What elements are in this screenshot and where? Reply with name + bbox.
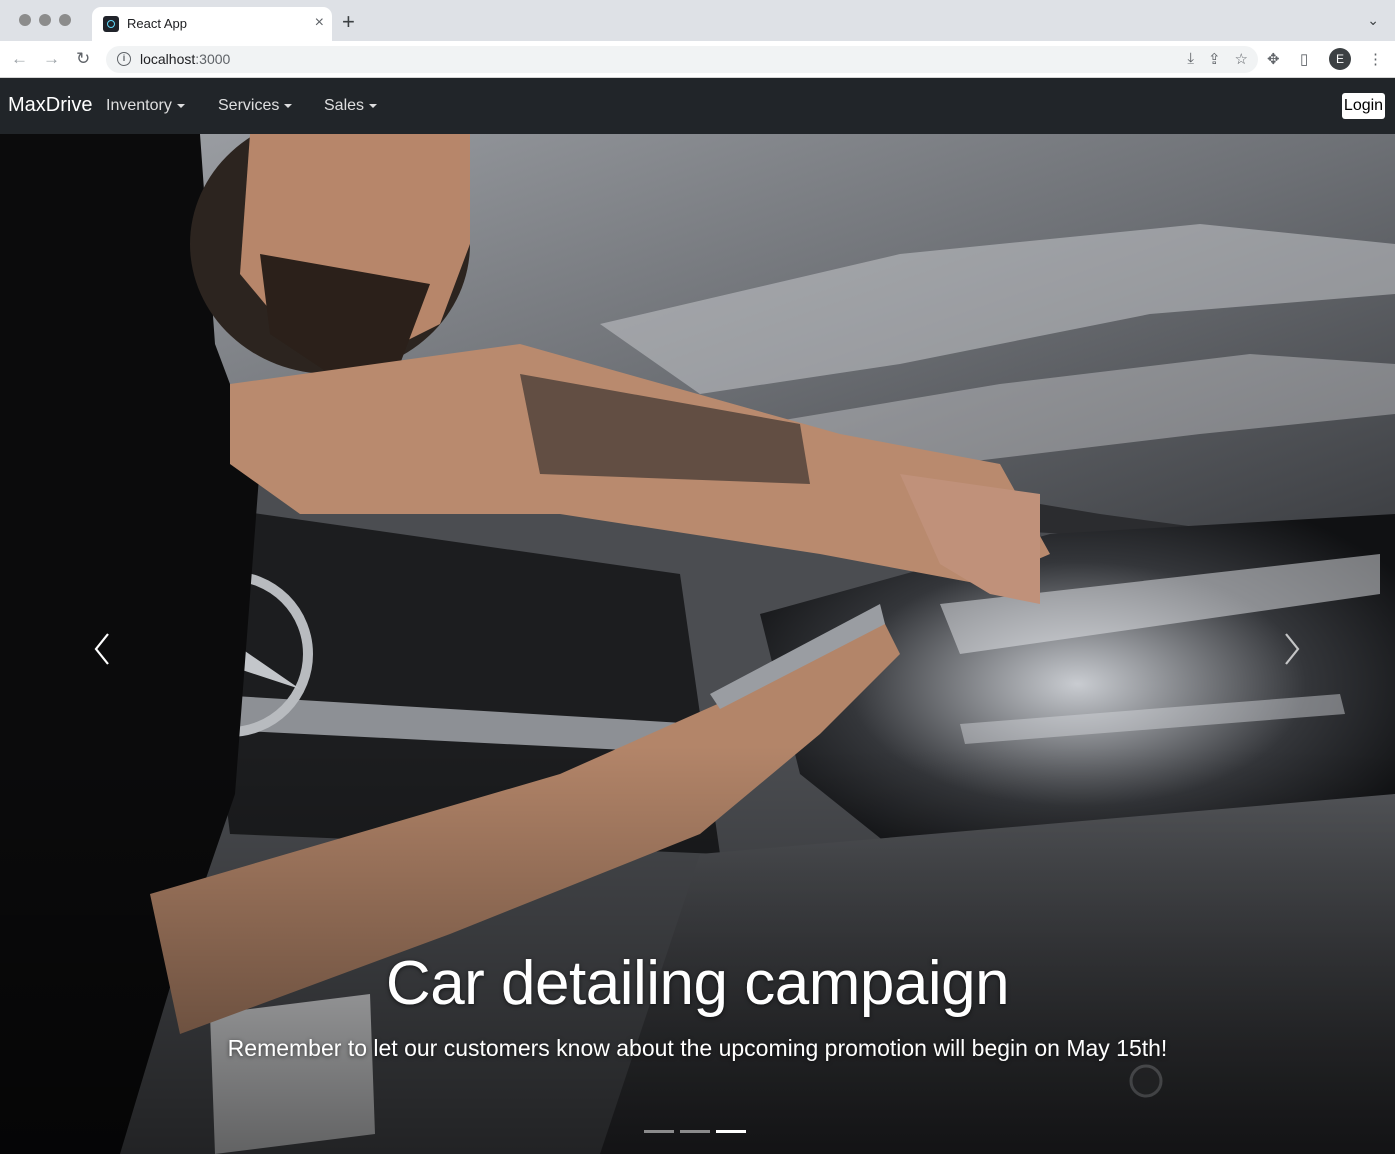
hero-carousel: Car detailing campaign Remember to let o… [0,134,1395,1154]
url-text[interactable]: localhost:3000 [140,51,230,67]
brand-logo-text[interactable]: MaxDrive [8,94,92,117]
carousel-indicator-3[interactable] [716,1130,746,1133]
app-navbar: MaxDrive Inventory Services Sales Login [0,78,1395,134]
chevron-left-icon [94,633,109,665]
carousel-next-button[interactable] [1276,624,1306,674]
site-info-icon[interactable]: i [117,52,131,66]
chevron-down-icon [369,103,378,108]
tab-close-icon[interactable]: × [315,13,324,33]
react-favicon-icon [103,16,119,32]
browser-tab-bar: React App × + ⌄ [0,0,1395,41]
side-panel-icon[interactable]: ▯ [1300,50,1308,68]
nav-services-dropdown[interactable]: Services [218,97,293,115]
extensions-puzzle-icon[interactable]: ✥ [1267,50,1280,68]
carousel-indicator-2[interactable] [680,1130,710,1133]
chevron-down-icon [176,103,185,108]
address-bar[interactable]: i localhost:3000 ⤓ ⇪ ☆ [106,46,1258,73]
chevron-down-icon [284,103,293,108]
carousel-indicators [644,1130,746,1133]
carousel-prev-button[interactable] [88,624,118,674]
browser-menu-icon[interactable]: ⋮ [1368,50,1383,68]
nav-sales-dropdown[interactable]: Sales [324,97,378,115]
reload-icon[interactable]: ↻ [76,49,90,69]
tab-search-chevron-icon[interactable]: ⌄ [1367,12,1379,29]
new-tab-button[interactable]: + [342,10,355,34]
window-maximize-dot[interactable] [59,14,71,26]
carousel-caption-text: Remember to let our customers know about… [227,1035,1168,1061]
browser-toolbar: ← → ↻ i localhost:3000 ⤓ ⇪ ☆ ✥ ▯ E ⋮ [0,41,1395,78]
forward-arrow-icon[interactable]: → [43,49,60,69]
back-arrow-icon[interactable]: ← [11,49,28,69]
chevron-right-icon [1285,633,1300,665]
profile-avatar[interactable]: E [1329,48,1351,70]
window-minimize-dot[interactable] [39,14,51,26]
window-close-dot[interactable] [19,14,31,26]
browser-tab[interactable]: React App × [92,7,332,41]
nav-inventory-dropdown[interactable]: Inventory [106,97,185,115]
share-icon[interactable]: ⇪ [1208,50,1221,68]
bookmark-star-icon[interactable]: ☆ [1235,50,1248,68]
login-button[interactable]: Login [1342,93,1385,119]
carousel-indicator-1[interactable] [644,1130,674,1133]
tab-title: React App [127,16,187,31]
install-app-icon[interactable]: ⤓ [1187,50,1194,68]
carousel-caption-title: Car detailing campaign [385,949,1010,1018]
